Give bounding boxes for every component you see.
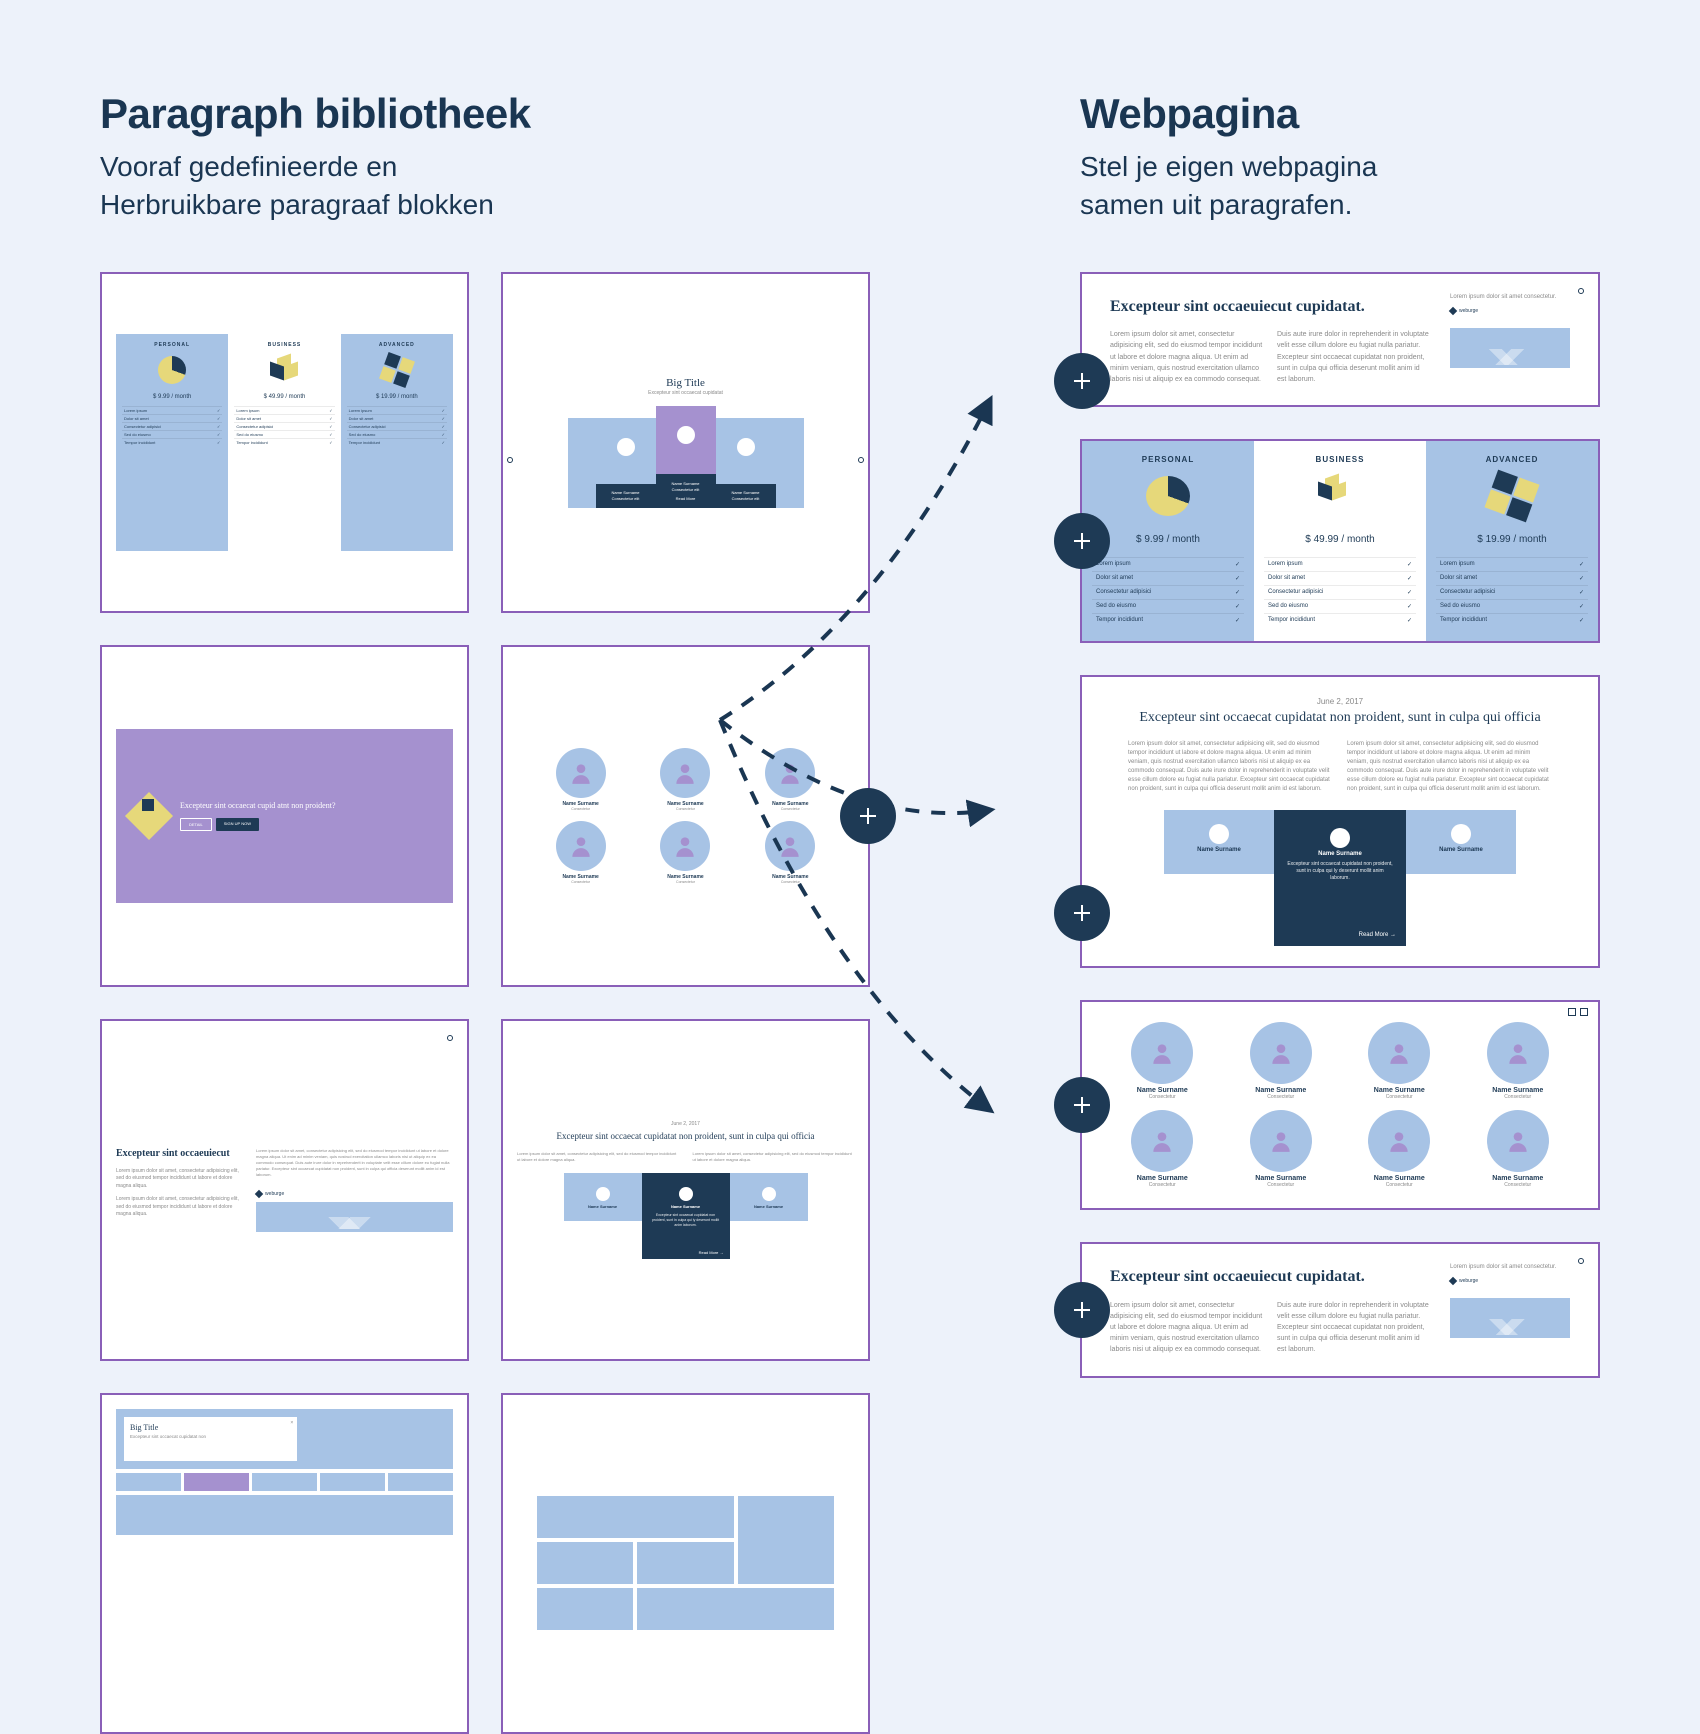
plus-icon[interactable] (1054, 513, 1110, 569)
plus-icon[interactable] (840, 788, 896, 844)
expand-icon[interactable] (447, 1035, 453, 1041)
page-section-pricing[interactable]: PERSONAL $ 9.99 / month Lorem ipsum✓ Dol… (1080, 439, 1600, 643)
image-placeholder (256, 1202, 453, 1232)
prev-icon[interactable] (507, 457, 513, 463)
library-subtitle: Vooraf gedefinieerde en Herbruikbare par… (100, 148, 870, 224)
block-team[interactable]: Name SurnameConsectetur Name SurnameCons… (501, 645, 870, 987)
page-section-testimonial[interactable]: June 2, 2017 Excepteur sint occaecat cup… (1080, 675, 1600, 968)
pie-icon (158, 356, 186, 384)
expand-icon[interactable] (1578, 288, 1584, 294)
next-icon[interactable] (858, 457, 864, 463)
block-carousel[interactable]: Big Title Excepteur sint occaecat cupida… (501, 272, 870, 614)
block-article[interactable]: Excepteur sint occaeuiecut Lorem ipsum d… (100, 1019, 469, 1361)
detail-button[interactable]: DETAIL (180, 818, 212, 831)
block-mosaic[interactable] (501, 1393, 870, 1734)
library-title: Paragraph bibliotheek (100, 90, 870, 138)
expand-icon[interactable] (1578, 1258, 1584, 1264)
close-icon[interactable]: × (290, 1420, 293, 1426)
plus-icon[interactable] (1054, 885, 1110, 941)
block-pricing[interactable]: PERSONAL $ 9.99 / month Lorem ipsum✓ Dol… (100, 272, 469, 614)
webpage-column: Webpagina Stel je eigen webpagina samen … (1080, 90, 1600, 1590)
block-cta[interactable]: Excepteur sint occaecat cupid atnt non p… (100, 645, 469, 987)
hex-icon (126, 793, 172, 839)
page-section-team[interactable]: Name SurnameConsectetur Name SurnameCons… (1080, 1000, 1600, 1210)
webpage-title: Webpagina (1080, 90, 1600, 138)
plus-icon[interactable] (1054, 1077, 1110, 1133)
webpage-subtitle: Stel je eigen webpagina samen uit paragr… (1080, 148, 1600, 224)
squares-icon (379, 352, 415, 388)
page-section-article-repeat[interactable]: Excepteur sint occaeuiecut cupidatat. Lo… (1080, 1242, 1600, 1378)
cube-icon (270, 356, 298, 384)
block-testimonial[interactable]: June 2, 2017 Excepteur sint occaecat cup… (501, 1019, 870, 1361)
page-section-article[interactable]: Excepteur sint occaeuiecut cupidatat. Lo… (1080, 272, 1600, 408)
signup-button[interactable]: SIGN UP NOW (216, 818, 259, 831)
read-more-button[interactable]: Read More → (1359, 932, 1396, 938)
library-column: Paragraph bibliotheek Vooraf gedefinieer… (100, 90, 870, 1590)
block-tabs[interactable]: × Big Title Excepteur sint occaecat cupi… (100, 1393, 469, 1734)
weblogo-icon: weburge (256, 1190, 453, 1198)
plus-icon[interactable] (1054, 1282, 1110, 1338)
nav-controls[interactable] (1568, 1008, 1588, 1016)
plus-icon[interactable] (1054, 353, 1110, 409)
